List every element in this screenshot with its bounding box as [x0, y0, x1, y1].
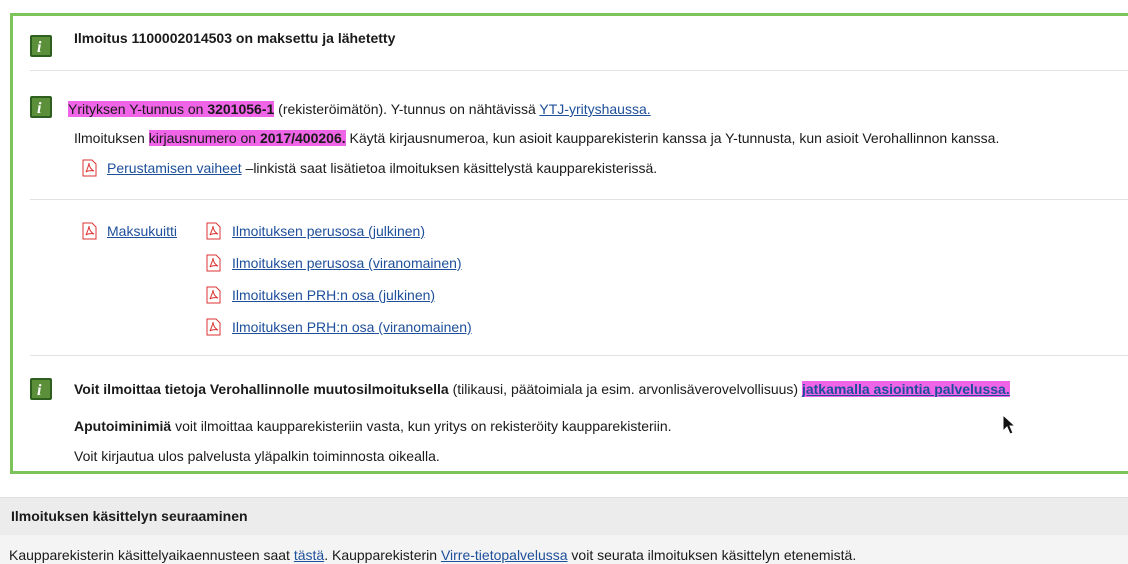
- divider: [30, 355, 1128, 356]
- pdf-icon: [80, 222, 98, 240]
- pdf-icon: [204, 318, 222, 336]
- registration-number-note: Käytä kirjausnumeroa, kun asioit kauppar…: [345, 130, 1000, 146]
- tracking-text-a: Kaupparekisterin käsittelyaikaennusteen …: [9, 547, 294, 563]
- pdf-icon: [204, 254, 222, 272]
- payment-notice-text: Ilmoitus 1100002014503 on maksettu ja lä…: [74, 30, 396, 46]
- svg-text:i: i: [37, 100, 42, 116]
- confirmation-panel: i Ilmoitus 1100002014503 on maksettu ja …: [10, 13, 1128, 474]
- mouse-cursor-icon: [1002, 413, 1018, 439]
- tax-notice-bold: Voit ilmoittaa tietoja Verohallinnolle m…: [74, 381, 449, 397]
- ytj-link[interactable]: YTJ-yrityshaussa.: [539, 101, 650, 117]
- auxiliary-name-line: Aputoiminimiä voit ilmoittaa kaupparekis…: [74, 418, 672, 434]
- divider: [30, 199, 1128, 200]
- pdf-icon: [204, 222, 222, 240]
- tracking-text-b: . Kaupparekisterin: [324, 547, 441, 563]
- document-link[interactable]: Ilmoituksen PRH:n osa (viranomainen): [232, 319, 472, 335]
- auxiliary-name-bold: Aputoiminimiä: [74, 418, 172, 434]
- svg-text:i: i: [37, 382, 42, 398]
- tracking-text-c: voit seurata ilmoituksen käsittelyn eten…: [567, 547, 857, 563]
- document-link[interactable]: Ilmoituksen perusosa (julkinen): [232, 223, 425, 239]
- tracking-body: Kaupparekisterin käsittelyaikaennusteen …: [0, 535, 1128, 564]
- business-id-line: Yrityksen Y-tunnus on 3201056-1 (rekiste…: [68, 101, 651, 117]
- business-id-note: (rekisteröimätön). Y-tunnus on nähtäviss…: [274, 101, 540, 117]
- processing-estimate-link[interactable]: tästä: [294, 547, 324, 563]
- svg-text:i: i: [37, 39, 42, 55]
- payment-receipt-link[interactable]: Maksukuitti: [107, 223, 177, 239]
- founding-steps-note: –linkistä saat lisätietoa ilmoituksen kä…: [241, 160, 658, 176]
- founding-steps-link[interactable]: Perustamisen vaiheet: [107, 160, 242, 176]
- founding-steps-line: Perustamisen vaiheet –linkistä saat lisä…: [107, 160, 657, 176]
- document-link[interactable]: Ilmoituksen PRH:n osa (julkinen): [232, 287, 435, 303]
- tax-notice-line: Voit ilmoittaa tietoja Verohallinnolle m…: [74, 381, 1010, 397]
- info-icon: i: [30, 35, 52, 57]
- logout-note: Voit kirjautua ulos palvelusta yläpalkin…: [74, 448, 440, 464]
- divider: [30, 70, 1128, 71]
- continue-service-link[interactable]: jatkamalla asiointia palvelussa.: [801, 381, 1010, 397]
- pdf-icon: [80, 159, 98, 177]
- info-icon: i: [30, 96, 52, 118]
- registration-number-prefix: Ilmoituksen: [74, 130, 149, 146]
- tracking-title: Ilmoituksen käsittelyn seuraaminen: [11, 508, 248, 524]
- pdf-icon: [204, 286, 222, 304]
- business-id-value: 3201056-1: [207, 101, 275, 117]
- registration-number-label: kirjausnumero on: [148, 130, 260, 146]
- registration-number-value: 2017/400206.: [259, 130, 346, 146]
- business-id-label: Yrityksen Y-tunnus on: [68, 101, 208, 117]
- tracking-text: Kaupparekisterin käsittelyaikaennusteen …: [9, 547, 856, 563]
- virre-link[interactable]: Virre-tietopalvelussa: [441, 547, 568, 563]
- document-link[interactable]: Ilmoituksen perusosa (viranomainen): [232, 255, 462, 271]
- tax-notice-note: (tilikausi, päätoimiala ja esim. arvonli…: [448, 381, 802, 397]
- registration-number-line: Ilmoituksen kirjausnumero on 2017/400206…: [74, 130, 999, 146]
- auxiliary-name-note: voit ilmoittaa kaupparekisteriin vasta, …: [171, 418, 672, 434]
- info-icon: i: [30, 378, 52, 400]
- tracking-header: Ilmoituksen käsittelyn seuraaminen: [0, 497, 1128, 535]
